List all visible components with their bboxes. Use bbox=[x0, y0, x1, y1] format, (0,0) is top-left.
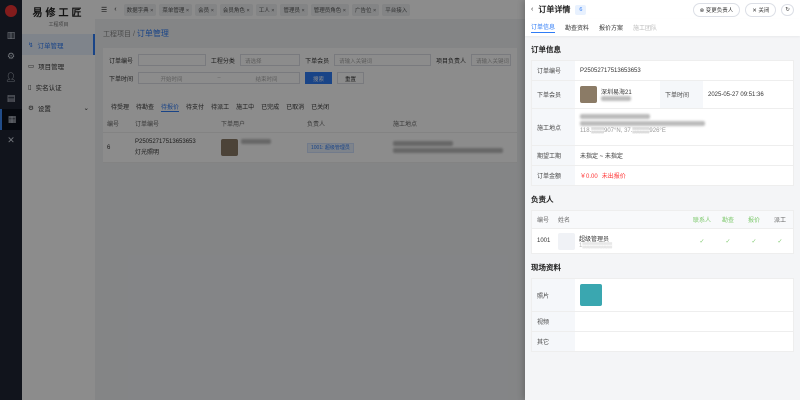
amount-note: 未出报价 bbox=[601, 174, 626, 180]
video-value bbox=[575, 312, 793, 331]
field-label: 其它 bbox=[532, 332, 575, 351]
redacted-text bbox=[580, 121, 705, 126]
owner-id: 1001 bbox=[537, 238, 551, 244]
col-header: 姓名 bbox=[558, 218, 571, 224]
drawer-header: ‹ 订单详情 6 ⊗ 变更负责人 ✕ 关闭 ↻ bbox=[525, 0, 800, 19]
owner-table: 编号 姓名 联系人 勘查 报价 派工 1001 超级管理员 1▒▒▒▒▒▒▒ ✓ … bbox=[531, 210, 794, 254]
close-button[interactable]: ✕ 关闭 bbox=[745, 2, 777, 17]
col-header: 联系人 bbox=[692, 218, 711, 224]
check-icon: ✓ bbox=[751, 238, 757, 245]
order-id-badge: 6 bbox=[575, 4, 587, 15]
close-icon: ✕ bbox=[752, 7, 757, 14]
col-header: 编号 bbox=[537, 218, 550, 224]
change-owner-button[interactable]: ⊗ 变更负责人 bbox=[692, 2, 741, 17]
refresh-button[interactable]: ↻ bbox=[781, 3, 794, 16]
check-icon: ✓ bbox=[725, 238, 731, 245]
period-value: 未指定 ~ 未指定 bbox=[580, 154, 623, 160]
site-value: 118.▒▒▒907°N, 37.▒▒▒▒926°E bbox=[575, 109, 793, 145]
swap-icon: ⊗ bbox=[699, 7, 705, 14]
tab-team: 施工团队 bbox=[633, 26, 658, 32]
owner-phone: 1▒▒▒▒▒▒▒ bbox=[579, 242, 613, 249]
field-label: 照片 bbox=[532, 279, 575, 311]
owner-name-cell: 超级管理员 1▒▒▒▒▒▒▒ bbox=[558, 232, 689, 250]
photo-value bbox=[575, 279, 793, 311]
field-label: 下单时间 bbox=[660, 81, 703, 108]
col-header: 勘查 bbox=[721, 218, 734, 224]
section-title: 负责人 bbox=[531, 195, 554, 204]
refresh-icon: ↻ bbox=[785, 6, 790, 13]
avatar bbox=[558, 232, 575, 250]
other-value bbox=[575, 332, 793, 351]
modal-overlay[interactable] bbox=[0, 0, 525, 400]
section-title: 订单信息 bbox=[531, 45, 561, 54]
check-icon: ✓ bbox=[699, 238, 705, 245]
field-label: 订单金额 bbox=[532, 166, 575, 185]
order-detail-drawer: ‹ 订单详情 6 ⊗ 变更负责人 ✕ 关闭 ↻ 订单信息 勘查资料 报价方案 施… bbox=[525, 0, 800, 400]
drawer-tabs: 订单信息 勘查资料 报价方案 施工团队 bbox=[525, 19, 800, 36]
check-icon: ✓ bbox=[777, 238, 783, 245]
button-label: 关闭 bbox=[758, 7, 770, 14]
tab-survey[interactable]: 勘查资料 bbox=[565, 23, 589, 32]
member-name: 深圳易海21 bbox=[601, 89, 632, 96]
member-value: 深圳易海21 bbox=[575, 81, 660, 108]
button-label: 变更负责人 bbox=[705, 7, 734, 14]
photo-thumbnail[interactable] bbox=[580, 284, 602, 306]
chevron-left-icon[interactable]: ‹ bbox=[531, 6, 533, 13]
order-time-value: 2025-05-27 09:51:36 bbox=[708, 91, 764, 98]
col-header: 报价 bbox=[747, 218, 760, 224]
field-label: 订单编号 bbox=[532, 61, 575, 80]
redacted-text bbox=[580, 114, 650, 119]
drawer-title: 订单详情 bbox=[538, 5, 571, 14]
order-info-table: 订单编号 P25052717513653653 下单会员 深圳易海21 下单时间 2… bbox=[531, 60, 794, 186]
field-label: 期望工期 bbox=[532, 146, 575, 165]
field-label: 下单会员 bbox=[532, 81, 575, 108]
redacted-text bbox=[601, 95, 631, 101]
amount: ￥0.00 bbox=[580, 174, 598, 180]
avatar bbox=[580, 86, 597, 103]
amount-value: ￥0.00 未出报价 bbox=[575, 166, 793, 185]
site-materials-table: 照片 视频 其它 bbox=[531, 278, 794, 352]
col-header: 派工 bbox=[773, 218, 786, 224]
table-row: 1001 超级管理员 1▒▒▒▒▒▒▒ ✓ ✓ ✓ ✓ bbox=[532, 229, 793, 253]
field-label: 施工地点 bbox=[532, 109, 575, 145]
field-label: 视频 bbox=[532, 312, 575, 331]
tab-order-info[interactable]: 订单信息 bbox=[531, 22, 556, 33]
order-no-value: P25052717513653653 bbox=[580, 67, 641, 74]
tab-quote[interactable]: 报价方案 bbox=[599, 23, 623, 32]
section-title: 现场资料 bbox=[531, 263, 561, 272]
coordinates: 118.▒▒▒907°N, 37.▒▒▒▒926°E bbox=[580, 128, 666, 134]
